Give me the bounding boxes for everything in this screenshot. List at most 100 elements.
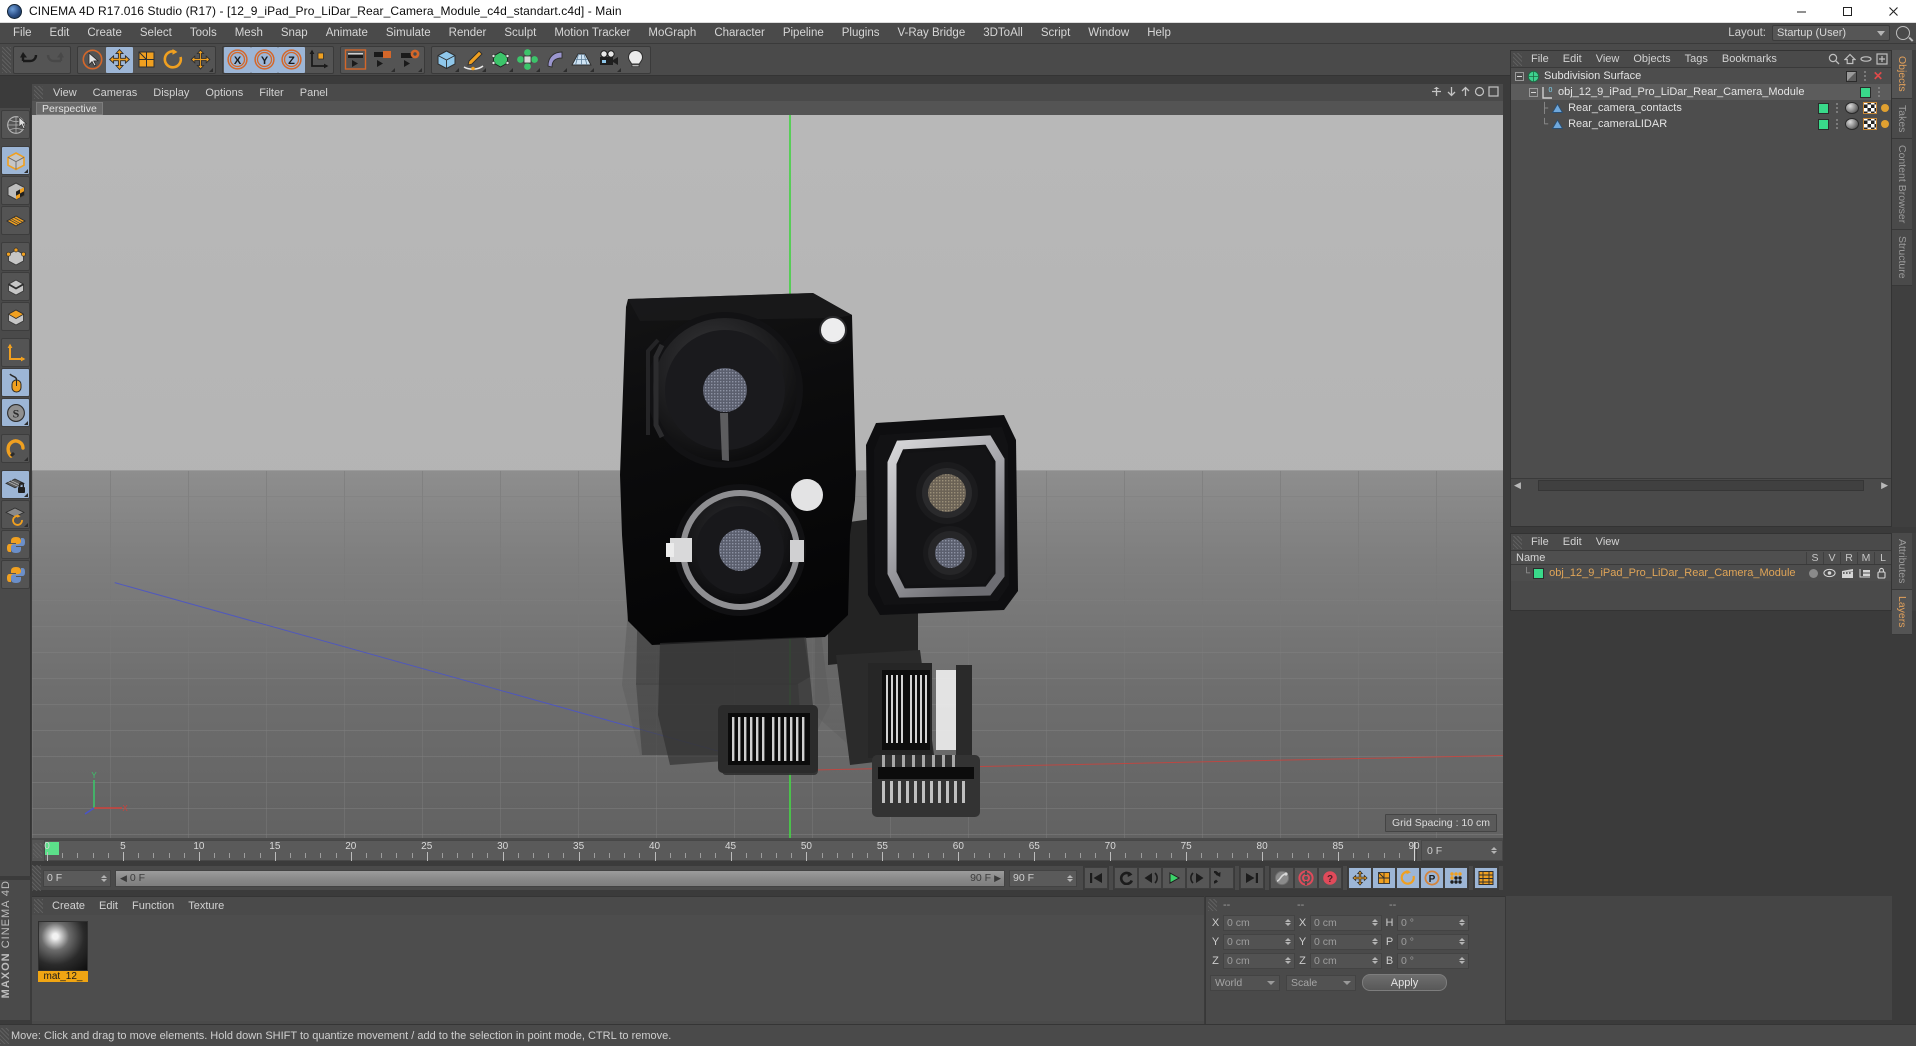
- layermgr-menu-view[interactable]: View: [1589, 536, 1627, 548]
- menu-edit[interactable]: Edit: [41, 23, 79, 44]
- menu-render[interactable]: Render: [440, 23, 496, 44]
- coord-pos-z-field[interactable]: 0 cm: [1223, 952, 1295, 969]
- layer-row[interactable]: └ obj_12_9_iPad_Pro_LiDar_Rear_Camera_Mo…: [1511, 565, 1891, 581]
- coord-rot-b-spinner[interactable]: [1459, 957, 1465, 964]
- render-region-icon[interactable]: [369, 47, 396, 73]
- spline-pen-icon[interactable]: [460, 47, 487, 73]
- z-axis-icon[interactable]: Z: [278, 46, 305, 73]
- autokeying-icon[interactable]: ?: [1318, 867, 1342, 889]
- texture-mode-icon[interactable]: [1, 176, 30, 205]
- object-manager-grip[interactable]: [1513, 52, 1522, 66]
- layer-lock-icon[interactable]: [1876, 567, 1887, 579]
- material-item[interactable]: mat_12_: [38, 921, 88, 982]
- coord-space-select[interactable]: World: [1210, 974, 1280, 991]
- polygons-mode-icon[interactable]: [1, 302, 30, 331]
- dot-handle-icon[interactable]: [1833, 102, 1841, 114]
- go-to-end-icon[interactable]: [1240, 867, 1264, 889]
- render-settings-icon[interactable]: [396, 47, 423, 73]
- matmgr-menu-texture[interactable]: Texture: [181, 900, 231, 912]
- select-cursor-icon[interactable]: [79, 47, 106, 73]
- coord-size-y-spinner[interactable]: [1372, 938, 1378, 945]
- side-tab-layers[interactable]: Layers: [1892, 590, 1912, 635]
- objmgr-row-rear-camera-lidar[interactable]: └ Rear_cameraLIDAR: [1511, 116, 1891, 132]
- objmgr-menu-file[interactable]: File: [1524, 53, 1556, 65]
- key-parameter-icon[interactable]: P: [1420, 867, 1444, 889]
- floor-scene-icon[interactable]: [568, 47, 595, 73]
- play-loop-icon[interactable]: [1210, 867, 1234, 889]
- record-keyframe-icon[interactable]: [1294, 867, 1318, 889]
- viewport-menu-view[interactable]: View: [45, 87, 85, 99]
- viewport-menu-panel[interactable]: Panel: [292, 87, 336, 99]
- viewport-menu-display[interactable]: Display: [145, 87, 197, 99]
- coord-pos-x-field[interactable]: 0 cm: [1223, 914, 1295, 931]
- menu-select[interactable]: Select: [131, 23, 181, 44]
- material-list[interactable]: mat_12_: [32, 915, 1204, 1021]
- menu-file[interactable]: File: [4, 23, 41, 44]
- material-tag[interactable]: [1845, 118, 1859, 130]
- layer-solo-toggle[interactable]: [1809, 568, 1818, 578]
- material-manager-grip[interactable]: [34, 899, 43, 913]
- coord-size-z-spinner[interactable]: [1372, 957, 1378, 964]
- menu-simulate[interactable]: Simulate: [377, 23, 440, 44]
- coord-size-z-field[interactable]: 0 cm: [1310, 952, 1382, 969]
- key-pla-icon[interactable]: [1444, 867, 1468, 889]
- cube-primitive-icon[interactable]: [433, 47, 460, 73]
- step-back-icon[interactable]: [1138, 867, 1162, 889]
- object-manager-hscrollbar[interactable]: ◀ ▶: [1511, 478, 1891, 492]
- move-icon[interactable]: [106, 46, 133, 73]
- home-icon[interactable]: [1844, 53, 1856, 65]
- key-rotation-icon[interactable]: [1396, 867, 1420, 889]
- scale-icon[interactable]: [133, 47, 160, 73]
- start-frame-spinner[interactable]: [101, 874, 107, 882]
- timeline-window-icon[interactable]: [1474, 867, 1498, 889]
- timeline-frame-spinner[interactable]: [1491, 847, 1497, 854]
- uv-tag[interactable]: [1881, 120, 1889, 128]
- viewport-layout-buttons[interactable]: [1430, 86, 1499, 97]
- dot-handle-icon[interactable]: [1833, 118, 1841, 130]
- y-axis-icon[interactable]: Y: [251, 46, 278, 73]
- viewport-menu-options[interactable]: Options: [197, 87, 251, 99]
- key-scale-icon[interactable]: [1372, 867, 1396, 889]
- layer-col-s[interactable]: S: [1806, 551, 1823, 564]
- render-view-icon[interactable]: [342, 47, 369, 73]
- menu-help[interactable]: Help: [1138, 23, 1180, 44]
- coord-pos-x-spinner[interactable]: [1285, 919, 1291, 926]
- objmgr-menu-tags[interactable]: Tags: [1678, 53, 1715, 65]
- coord-size-y-field[interactable]: 0 cm: [1310, 933, 1382, 950]
- texture-tag[interactable]: [1863, 118, 1877, 130]
- coordinates-grip[interactable]: [1208, 898, 1217, 911]
- autokey-curve-icon[interactable]: [1270, 867, 1294, 889]
- coord-rot-p-field[interactable]: 0 °: [1397, 933, 1469, 950]
- search-icon[interactable]: [1828, 53, 1840, 65]
- menu-script[interactable]: Script: [1032, 23, 1079, 44]
- objmgr-row-rear-camera-contacts[interactable]: ├ Rear_camera_contacts: [1511, 100, 1891, 116]
- menu-snap[interactable]: Snap: [272, 23, 317, 44]
- key-position-icon[interactable]: [1348, 867, 1372, 889]
- live-selection-icon[interactable]: [1, 110, 30, 139]
- workplane-rotate-icon[interactable]: [1, 500, 30, 529]
- workplane-lock-icon[interactable]: [1, 470, 30, 499]
- visibility-toggle[interactable]: [1818, 118, 1829, 130]
- layer-col-v[interactable]: V: [1823, 551, 1840, 564]
- toolbar-grip[interactable]: [2, 46, 11, 73]
- texture-tag[interactable]: [1863, 102, 1877, 114]
- model-ipad-rear-camera-module[interactable]: [600, 285, 1030, 838]
- points-mode-icon[interactable]: [1, 242, 30, 271]
- dot-handle-icon[interactable]: [1861, 70, 1869, 82]
- side-tab-takes[interactable]: Takes: [1892, 98, 1912, 140]
- layermgr-menu-file[interactable]: File: [1524, 536, 1556, 548]
- add-layer-icon[interactable]: [1876, 53, 1888, 65]
- visibility-toggle[interactable]: [1860, 86, 1871, 98]
- menu-3dtoall[interactable]: 3DToAll: [974, 23, 1032, 44]
- side-tab-objects[interactable]: Objects: [1892, 50, 1912, 99]
- coord-size-x-spinner[interactable]: [1372, 919, 1378, 926]
- viewport-3d-canvas[interactable]: Y X Grid Spacing : 10 cm: [32, 115, 1503, 838]
- end-frame-field[interactable]: 90 F: [1009, 869, 1077, 887]
- side-tab-attributes[interactable]: Attributes: [1892, 533, 1912, 591]
- side-tab-structure[interactable]: Structure: [1892, 230, 1912, 286]
- camera-icon[interactable]: [595, 47, 622, 73]
- layer-visible-icon[interactable]: [1823, 568, 1836, 578]
- menu-pipeline[interactable]: Pipeline: [774, 23, 833, 44]
- rotate-icon[interactable]: [160, 47, 187, 73]
- matmgr-menu-edit[interactable]: Edit: [92, 900, 125, 912]
